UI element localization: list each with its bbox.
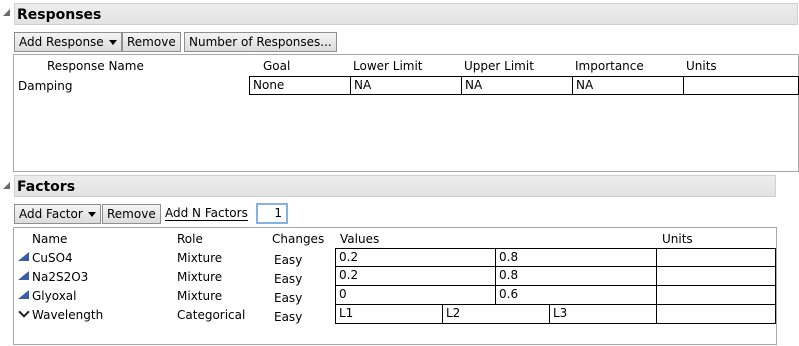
remove-response-label: Remove xyxy=(127,35,176,49)
units-cell[interactable] xyxy=(683,76,799,95)
factors-section-header[interactable]: Factors xyxy=(14,175,776,197)
factor-changes-cell[interactable]: Easy xyxy=(274,253,302,267)
factor-changes-cell[interactable]: Easy xyxy=(274,310,302,324)
factor-value-high-cell[interactable]: 0.8 xyxy=(495,248,656,267)
factors-title: Factors xyxy=(17,179,76,195)
responses-table: Response Name Goal Lower Limit Upper Lim… xyxy=(13,54,799,172)
number-of-responses-button[interactable]: Number of Responses... xyxy=(184,32,337,52)
factors-disclosure-icon[interactable] xyxy=(3,182,10,189)
remove-response-button[interactable]: Remove xyxy=(122,32,181,52)
add-response-button[interactable]: Add Response xyxy=(14,32,122,52)
factor-changes-cell[interactable]: Easy xyxy=(274,291,302,305)
add-response-label: Add Response xyxy=(19,35,104,49)
factor-level-cell[interactable]: L3 xyxy=(549,305,656,324)
remove-factor-label: Remove xyxy=(107,207,156,221)
col-units: Units xyxy=(686,59,717,73)
col-name: Name xyxy=(32,232,68,246)
factor-value-low-cell[interactable]: 0.2 xyxy=(335,248,495,267)
factor-role-cell: Mixture xyxy=(177,270,223,284)
chevron-down-icon xyxy=(87,212,96,217)
add-factor-label: Add Factor xyxy=(19,207,83,221)
number-of-responses-label: Number of Responses... xyxy=(189,35,332,49)
response-name-cell[interactable]: Damping xyxy=(18,79,72,93)
add-n-factors-label: Add N Factors xyxy=(165,206,248,221)
col-values: Values xyxy=(340,232,380,246)
col-lower-limit: Lower Limit xyxy=(353,59,423,73)
factor-units-cell[interactable] xyxy=(656,305,776,324)
factor-units-cell[interactable] xyxy=(656,286,776,305)
factor-name-cell[interactable]: Na2S2O3 xyxy=(32,270,88,284)
goal-cell[interactable]: None xyxy=(249,76,350,95)
factor-units-cell[interactable] xyxy=(656,248,776,267)
factor-value-low-cell[interactable]: 0.2 xyxy=(335,267,495,286)
add-factor-button[interactable]: Add Factor xyxy=(14,204,101,224)
factors-table: Name Role Changes Values Units CuSO4 Mix… xyxy=(13,227,777,345)
remove-factor-button[interactable]: Remove xyxy=(102,204,161,224)
factor-role-cell: Mixture xyxy=(177,289,223,303)
col-response-name: Response Name xyxy=(47,59,144,73)
factor-level-cell[interactable]: L2 xyxy=(442,305,549,324)
factor-level-cell[interactable]: L1 xyxy=(335,305,442,324)
chevron-down-icon xyxy=(108,40,117,45)
continuous-mixture-icon xyxy=(18,271,29,280)
col-upper-limit: Upper Limit xyxy=(464,59,534,73)
col-changes: Changes xyxy=(272,232,325,246)
col-goal: Goal xyxy=(263,59,291,73)
categorical-chevron-icon xyxy=(18,306,30,318)
factor-name-cell[interactable]: Glyoxal xyxy=(32,289,77,303)
factor-role-cell: Mixture xyxy=(177,251,223,265)
col-factor-units: Units xyxy=(662,232,693,246)
continuous-mixture-icon xyxy=(18,290,29,299)
factor-name-cell[interactable]: CuSO4 xyxy=(32,251,73,265)
factor-value-low-cell[interactable]: 0 xyxy=(335,286,495,305)
factor-name-cell[interactable]: Wavelength xyxy=(32,308,103,322)
factor-value-high-cell[interactable]: 0.8 xyxy=(495,267,656,286)
lower-limit-cell[interactable]: NA xyxy=(350,76,461,95)
importance-cell[interactable]: NA xyxy=(572,76,683,95)
col-role: Role xyxy=(177,232,203,246)
factor-role-cell: Categorical xyxy=(177,308,246,322)
factor-value-high-cell[interactable]: 0.6 xyxy=(495,286,656,305)
col-importance: Importance xyxy=(575,59,644,73)
factor-units-cell[interactable] xyxy=(656,267,776,286)
upper-limit-cell[interactable]: NA xyxy=(461,76,572,95)
factor-changes-cell[interactable]: Easy xyxy=(274,272,302,286)
responses-title: Responses xyxy=(17,7,102,23)
responses-disclosure-icon[interactable] xyxy=(3,9,10,16)
responses-section-header[interactable]: Responses xyxy=(14,3,798,25)
continuous-mixture-icon xyxy=(18,252,29,261)
add-n-factors-input[interactable]: 1 xyxy=(256,203,288,224)
